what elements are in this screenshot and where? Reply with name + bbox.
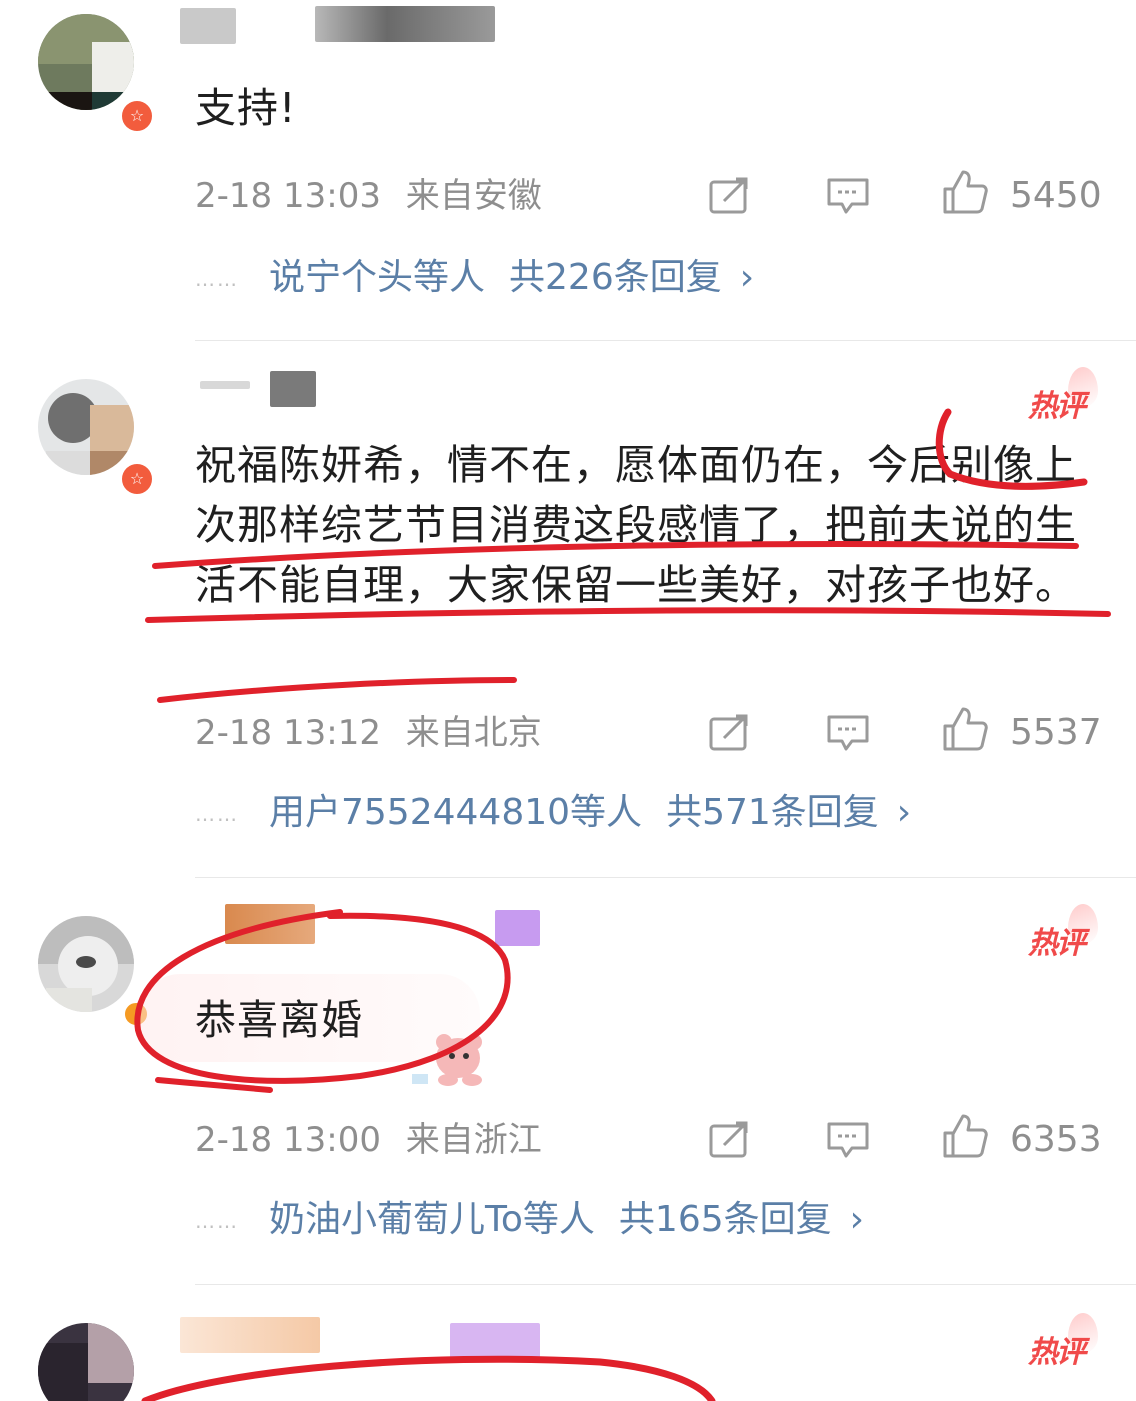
comment-icon [827, 178, 869, 214]
comment-icon [827, 1122, 869, 1158]
share-button[interactable] [706, 176, 752, 216]
username-blurred[interactable] [180, 8, 236, 44]
avatar[interactable] [38, 916, 134, 1012]
bear-sticker-icon [412, 1034, 482, 1086]
username-blurred-2 [450, 1323, 540, 1359]
like-icon [943, 170, 988, 214]
comment-item: ☆ 支持! 2-18 13:03 来自安徽 5450 …… 说宁个头等人 共226条… [0, 0, 1136, 340]
avatar[interactable] [38, 14, 134, 110]
avatar[interactable] [38, 379, 134, 475]
comment-item: 热评 恭喜离婚 2-18 13:00 来自浙江 6353 …… 奶油小葡萄儿To等… [0, 878, 1136, 1284]
comment-item: 热评 [0, 1285, 1136, 1401]
verified-badge-icon: ☆ [119, 461, 155, 497]
username-blurred[interactable] [180, 1317, 320, 1353]
like-count: 5450 [1010, 175, 1102, 216]
like-button[interactable] [942, 1114, 988, 1158]
comment-button[interactable] [825, 176, 871, 216]
comment-meta: 2-18 13:03 来自安徽 [195, 176, 542, 216]
reply-names[interactable]: 奶油小葡萄儿To [269, 1199, 523, 1240]
comment-item: ☆ 热评 祝福陈妍希，情不在，愿体面仍在，今后别像上次那样综艺节目消费这段感情了… [0, 341, 1136, 877]
comment-location: 来自浙江 [405, 1120, 542, 1160]
comment-button[interactable] [825, 1120, 871, 1160]
share-icon [709, 714, 748, 751]
reply-count[interactable]: 共571条回复 [666, 792, 879, 833]
hot-comment-badge: 热评 [1028, 367, 1098, 425]
comment-time: 2-18 13:12 [195, 713, 381, 753]
comment-icon [827, 715, 869, 751]
dots: …… [195, 802, 239, 826]
share-icon [709, 1121, 748, 1158]
dots: …… [195, 1209, 239, 1233]
reply-names[interactable]: 用户7552444810 [269, 792, 570, 833]
username-blurred[interactable] [225, 904, 315, 944]
comment-text: 祝福陈妍希，情不在，愿体面仍在，今后别像上次那样综艺节目消费这段感情了，把前夫说… [195, 441, 1077, 609]
reply-suffix: 等人 [570, 792, 643, 833]
like-count: 5537 [1010, 712, 1102, 753]
like-count: 6353 [1010, 1119, 1102, 1160]
reply-count[interactable]: 共165条回复 [619, 1199, 832, 1240]
like-button[interactable] [942, 170, 988, 214]
replies-link[interactable]: …… 奶油小葡萄儿To等人 共165条回复 › [195, 1198, 864, 1243]
chevron-right-icon: › [849, 1199, 865, 1240]
like-icon [943, 1114, 988, 1158]
comment-meta: 2-18 13:12 来自北京 [195, 713, 542, 753]
comment-meta: 2-18 13:00 来自浙江 [195, 1120, 542, 1160]
reply-suffix: 等人 [522, 1199, 595, 1240]
comment-location: 来自安徽 [405, 176, 542, 216]
avatar[interactable] [38, 1323, 134, 1401]
comment-time: 2-18 13:00 [195, 1120, 381, 1160]
like-button[interactable] [942, 707, 988, 751]
share-icon [709, 177, 748, 214]
chevron-right-icon: › [739, 257, 755, 298]
replies-link[interactable]: …… 用户7552444810等人 共571条回复 › [195, 791, 911, 836]
comment-text: 支持! [195, 84, 297, 132]
chevron-right-icon: › [896, 792, 912, 833]
dots: …… [195, 267, 239, 291]
reply-suffix: 等人 [413, 257, 486, 298]
hot-comment-badge: 热评 [1028, 1313, 1098, 1371]
comment-location: 来自北京 [405, 713, 542, 753]
username-blurred-2 [270, 371, 316, 407]
hot-comment-badge: 热评 [1028, 904, 1098, 962]
reply-names[interactable]: 说宁个头 [269, 257, 413, 298]
comment-button[interactable] [825, 713, 871, 753]
share-button[interactable] [706, 1120, 752, 1160]
comment-time: 2-18 13:03 [195, 176, 381, 216]
username-blurred-2 [315, 6, 495, 42]
reply-count[interactable]: 共226条回复 [509, 257, 722, 298]
share-button[interactable] [706, 713, 752, 753]
like-icon [943, 707, 988, 751]
username-blurred-2 [495, 910, 540, 946]
username-blurred[interactable] [200, 381, 250, 389]
verified-badge-icon: ☆ [119, 98, 155, 134]
comment-text: 恭喜离婚 [195, 996, 363, 1044]
replies-link[interactable]: …… 说宁个头等人 共226条回复 › [195, 256, 754, 301]
